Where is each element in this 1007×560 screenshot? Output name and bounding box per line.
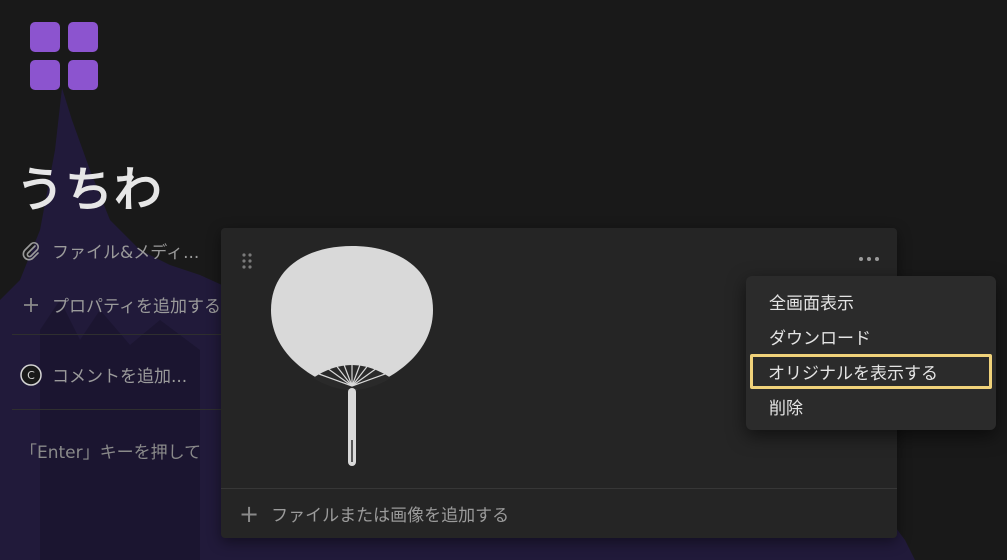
comment-avatar-icon: C [20, 363, 42, 386]
paperclip-icon [20, 240, 42, 262]
menu-item-view-original[interactable]: オリジナルを表示する [750, 354, 992, 389]
context-menu: 全画面表示 ダウンロード オリジナルを表示する 削除 [746, 276, 996, 430]
page-icon-grid[interactable] [30, 22, 98, 90]
menu-item-delete[interactable]: 削除 [750, 389, 992, 424]
svg-text:C: C [27, 369, 35, 382]
editor-placeholder-hint[interactable]: 「Enter」キーを押して [20, 438, 201, 463]
page-title[interactable]: うちわ [16, 150, 163, 220]
property-files-media[interactable]: ファイル&メディ... [20, 238, 199, 263]
drag-handle-icon[interactable] [241, 252, 253, 270]
more-options-icon[interactable] [859, 254, 881, 264]
plus-icon [20, 294, 42, 316]
add-comment-button[interactable]: C コメントを追加... [20, 362, 187, 387]
add-file-label: ファイルまたは画像を追加する [271, 506, 510, 526]
add-property-label: プロパティを追加する [52, 297, 221, 317]
plus-icon: + [239, 499, 260, 528]
add-file-button[interactable]: + ファイルまたは画像を追加する [221, 488, 897, 538]
divider [12, 334, 222, 335]
menu-item-fullscreen[interactable]: 全画面表示 [750, 284, 992, 319]
divider [12, 409, 222, 410]
menu-item-download[interactable]: ダウンロード [750, 319, 992, 354]
add-comment-label: コメントを追加... [52, 367, 188, 387]
property-files-label: ファイル&メディ... [52, 243, 200, 263]
uchiwa-fan-image[interactable] [267, 240, 437, 472]
add-property-button[interactable]: プロパティを追加する [20, 292, 221, 317]
